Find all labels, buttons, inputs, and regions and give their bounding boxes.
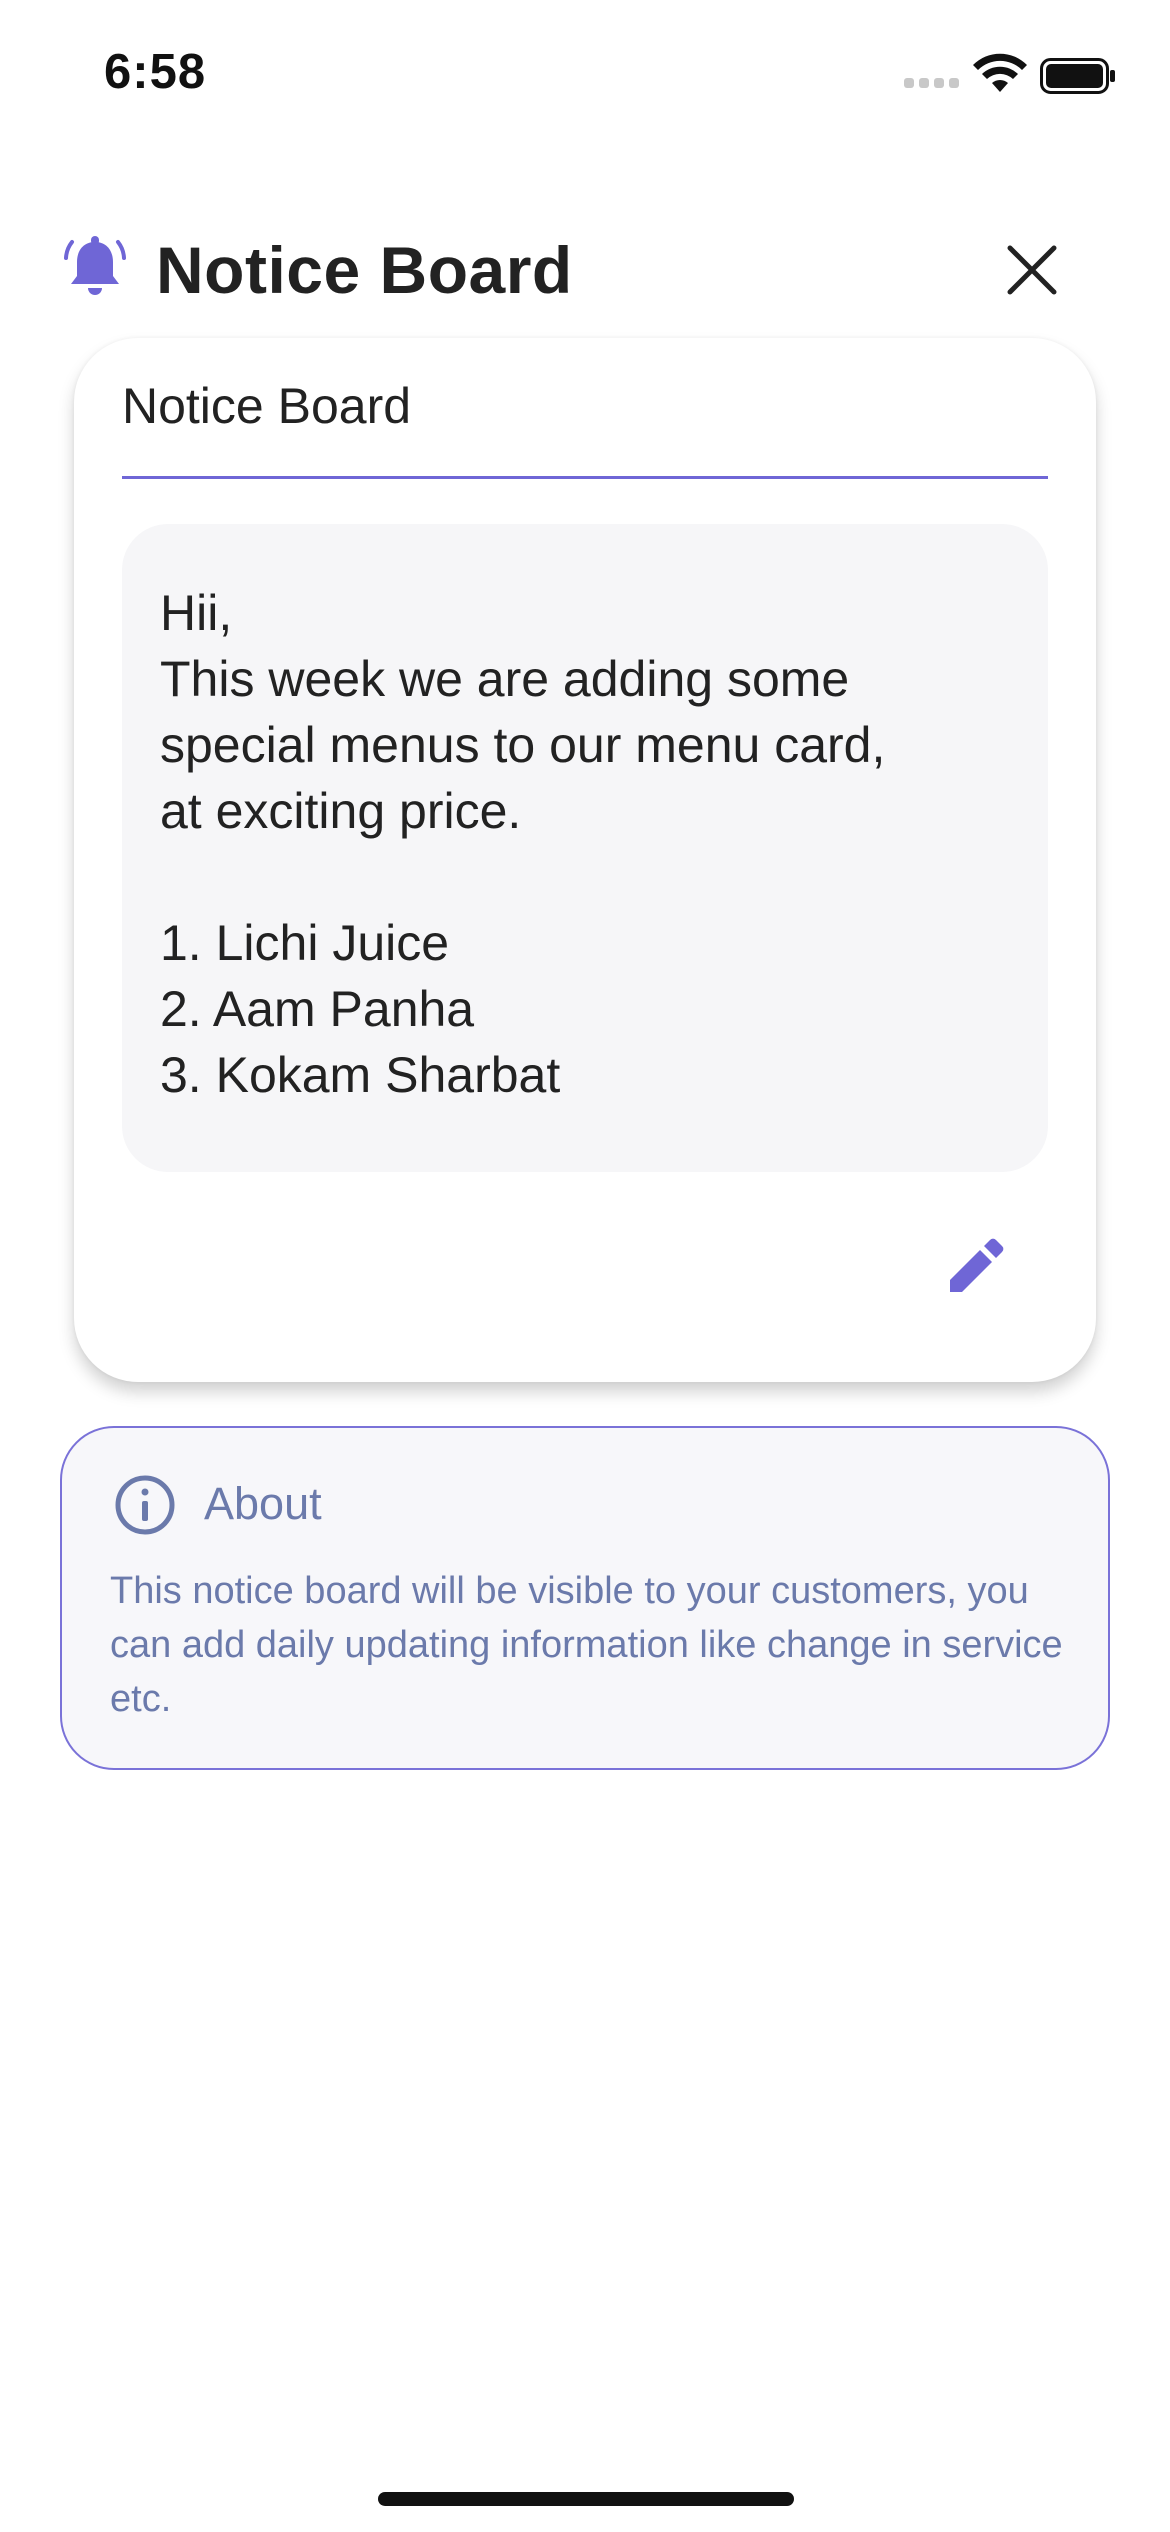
info-icon bbox=[115, 1475, 175, 1535]
notice-title-input[interactable] bbox=[122, 376, 1048, 436]
page-title: Notice Board bbox=[156, 233, 573, 307]
status-time: 6:58 bbox=[104, 45, 207, 99]
wifi-icon bbox=[973, 53, 1027, 92]
title-underline bbox=[122, 476, 1048, 479]
message-line: 1. Lichi Juice bbox=[160, 915, 450, 971]
pencil-icon bbox=[950, 1238, 1004, 1292]
message-line: at exciting price. bbox=[160, 783, 522, 839]
message-line: special menus to our menu card, bbox=[160, 717, 886, 773]
about-title: About bbox=[204, 1478, 322, 1529]
notice-message-text: Hii, This week we are adding some special … bbox=[160, 580, 1020, 1108]
battery-icon bbox=[1040, 58, 1115, 94]
message-line: This week we are adding some bbox=[160, 651, 850, 707]
bell-icon bbox=[64, 236, 126, 295]
message-line: Hii, bbox=[160, 585, 233, 641]
notice-message-box[interactable]: Hii, This week we are adding some special … bbox=[122, 524, 1048, 1172]
notice-card: Hii, This week we are adding some special … bbox=[74, 338, 1096, 1382]
cellular-signal-icon bbox=[904, 78, 959, 88]
status-bar: 6:58 bbox=[0, 0, 1170, 150]
close-button[interactable] bbox=[1004, 242, 1060, 298]
about-box: About This notice board will be visible … bbox=[60, 1426, 1110, 1770]
home-indicator[interactable] bbox=[378, 2492, 794, 2506]
notice-board-screen: 6:58 Notice Board Notice Board Hii, This… bbox=[0, 0, 1170, 2532]
message-line: 3. Kokam Sharbat bbox=[160, 1047, 561, 1103]
edit-button[interactable] bbox=[942, 1234, 1008, 1300]
header: Notice Board bbox=[0, 220, 1170, 320]
message-line bbox=[160, 844, 1020, 910]
message-line: 2. Aam Panha bbox=[160, 981, 475, 1037]
about-description: This notice board will be visible to you… bbox=[110, 1570, 1063, 1720]
